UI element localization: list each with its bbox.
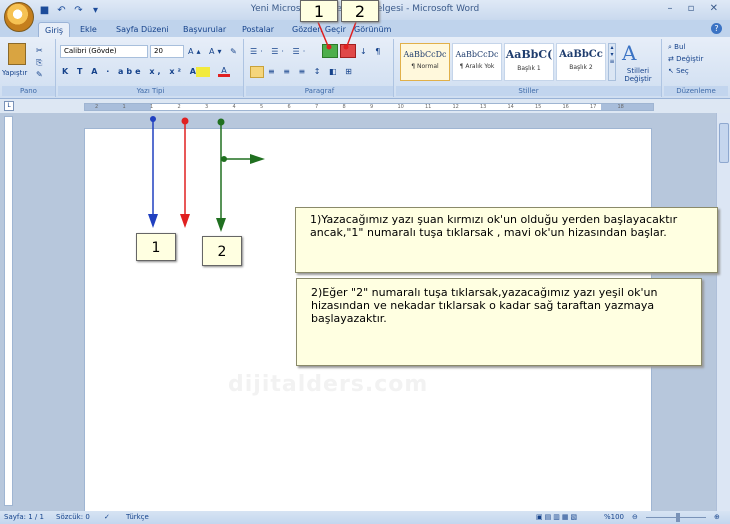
zoom-slider-thumb[interactable]: [676, 513, 680, 522]
view-buttons[interactable]: ▣▤▥▦▧: [536, 513, 579, 521]
pointer-dot-one: [326, 44, 332, 50]
status-language[interactable]: Türkçe: [126, 513, 149, 521]
zoom-in-icon[interactable]: ⊕: [714, 513, 720, 521]
status-bar: Sayfa: 1 / 1 Sözcük: 0 ✓ Türkçe ▣▤▥▦▧ %1…: [0, 511, 730, 524]
pointer-dot-two: [343, 44, 349, 50]
pointer-line-one: [317, 21, 329, 47]
proofing-icon[interactable]: ✓: [104, 513, 110, 521]
zoom-level[interactable]: %100: [604, 513, 624, 521]
zoom-out-icon[interactable]: ⊖: [632, 513, 638, 521]
pointer-line-two: [346, 21, 357, 47]
green-arrowhead: [216, 218, 226, 232]
callout-two: 2)Eğer "2" numaralı tuşa tıklarsak,yazac…: [296, 278, 702, 366]
label-one-top: 1: [300, 0, 338, 22]
label-two-page: 2: [202, 236, 242, 266]
status-words[interactable]: Sözcük: 0: [56, 513, 90, 521]
green-branch-arrowhead: [250, 154, 265, 164]
status-page[interactable]: Sayfa: 1 / 1: [4, 513, 44, 521]
office-button[interactable]: [4, 2, 34, 32]
red-arrowhead: [180, 214, 190, 228]
blue-arrowhead: [148, 214, 158, 228]
callout-one: 1)Yazacağımız yazı şuan kırmızı ok'un ol…: [295, 207, 718, 273]
label-two-top: 2: [341, 0, 379, 22]
label-one-page: 1: [136, 233, 176, 261]
